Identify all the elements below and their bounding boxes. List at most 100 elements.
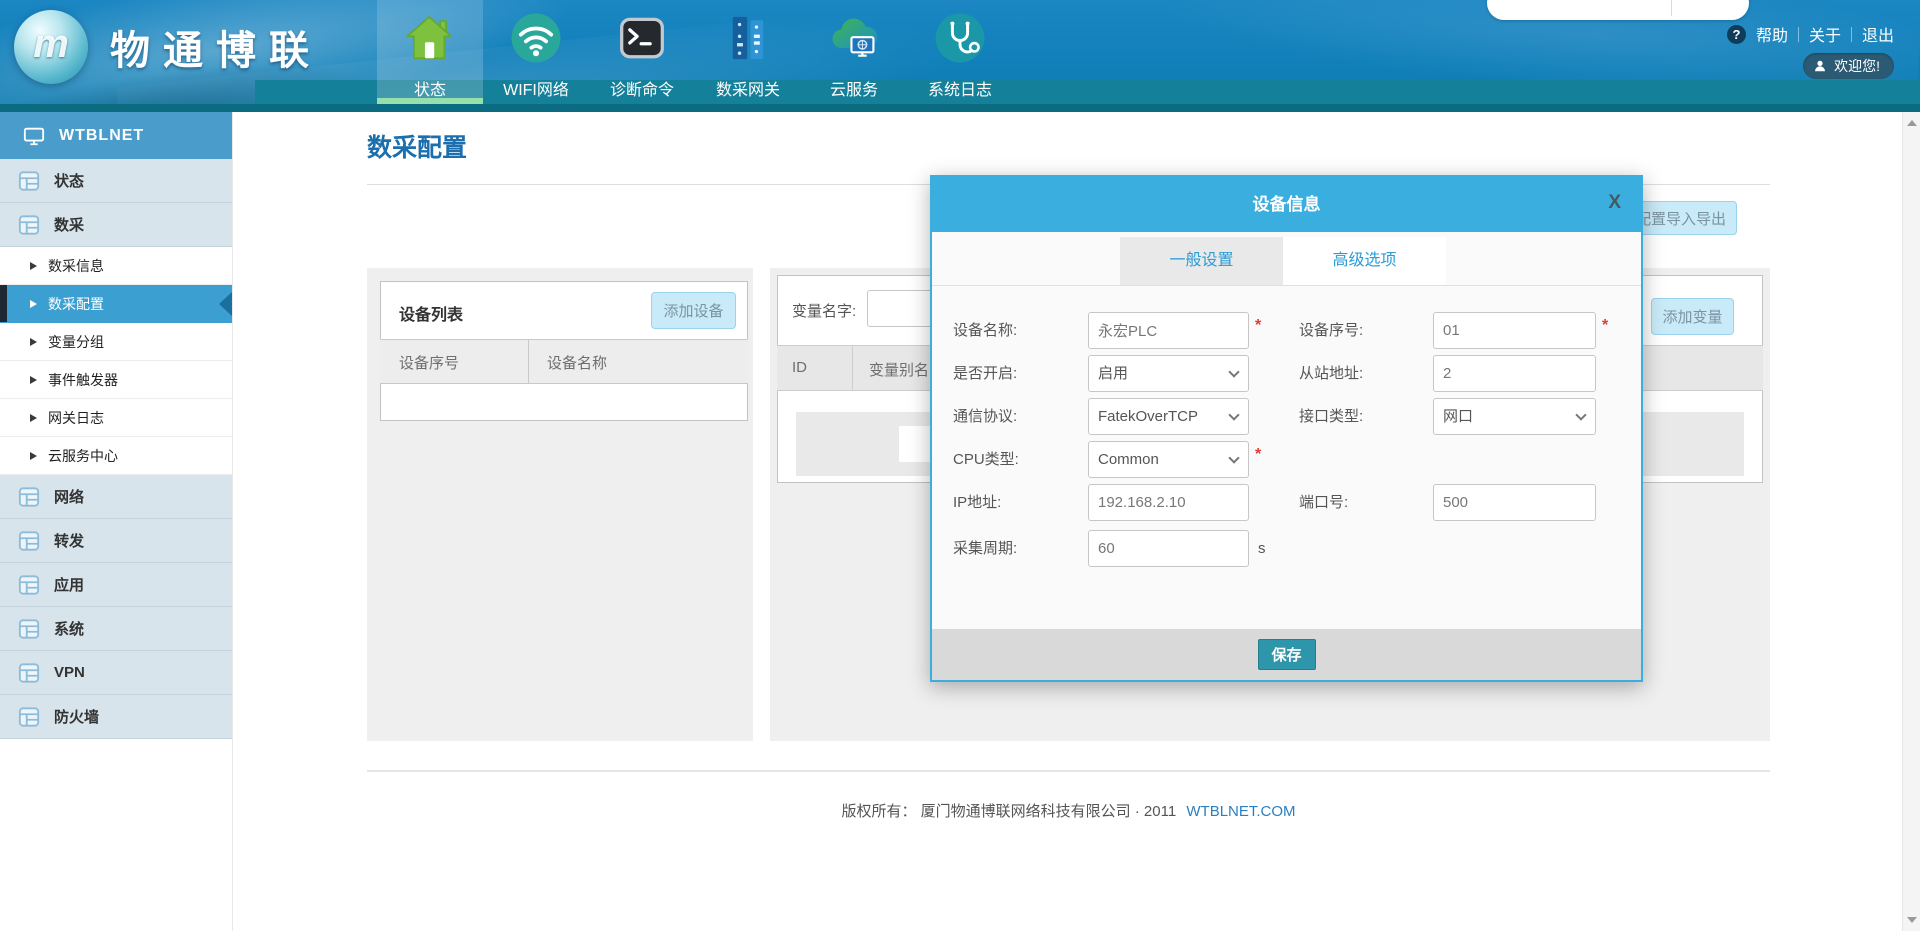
sidebar-item-label: 云服务中心 [48, 446, 118, 466]
brand-name: 物通博联 [110, 18, 322, 76]
sidebar-item-label: 网络 [54, 486, 84, 507]
form-row: IP地址: 端口号: [932, 484, 1641, 521]
sidebar-item-datacollect-config[interactable]: 数采配置 [0, 285, 232, 323]
nav-label: 诊断命令 [610, 76, 674, 100]
vertical-scrollbar[interactable] [1902, 112, 1920, 931]
collect-period-input[interactable] [1088, 530, 1249, 567]
column-device-serial: 设备序号 [399, 352, 459, 373]
sidebar-item-event-trigger[interactable]: 事件触发器 [0, 361, 232, 399]
nav-item-gateway[interactable]: 数采网关 [695, 0, 801, 104]
nav-item-wifi[interactable]: WIFI网络 [483, 0, 589, 104]
terminal-icon [616, 9, 668, 67]
nav-label: 系统日志 [928, 76, 992, 100]
protocol-select[interactable]: FatekOverTCP [1088, 398, 1249, 435]
caret-icon [30, 452, 37, 460]
add-variable-button[interactable]: 添加变量 [1651, 298, 1734, 335]
help-icon[interactable]: ? [1727, 25, 1746, 44]
device-serial-input[interactable] [1433, 312, 1596, 349]
column-device-name: 设备名称 [547, 352, 607, 373]
stethoscope-icon [933, 9, 987, 67]
device-name-label: 设备名称: [953, 312, 1083, 349]
sidebar-item-cloud-center[interactable]: 云服务中心 [0, 437, 232, 475]
sidebar-item-firewall[interactable]: 防火墙 [0, 695, 232, 739]
required-mark: * [1255, 446, 1261, 464]
slave-address-input[interactable] [1433, 355, 1596, 392]
sidebar-item-network[interactable]: 网络 [0, 475, 232, 519]
cloud-service-icon [826, 9, 882, 67]
dialog-header: 设备信息 X [932, 177, 1641, 232]
tab-advanced-options[interactable]: 高级选项 [1283, 237, 1446, 285]
grid-icon [18, 214, 40, 236]
column-id: ID [792, 359, 807, 376]
sidebar-item-app[interactable]: 应用 [0, 563, 232, 607]
sidebar-item-variable-group[interactable]: 变量分组 [0, 323, 232, 361]
sidebar-item-datacollect-info[interactable]: 数采信息 [0, 247, 232, 285]
caret-icon [30, 414, 37, 422]
port-input[interactable] [1433, 484, 1596, 521]
save-button[interactable]: 保存 [1258, 639, 1316, 670]
welcome-badge[interactable]: 欢迎您! [1803, 53, 1894, 79]
device-table-empty-row [381, 384, 747, 420]
sidebar-item-label: 转发 [54, 530, 84, 551]
logo-glyph: m [33, 22, 69, 67]
close-icon[interactable]: X [1608, 192, 1621, 214]
about-link[interactable]: 关于 [1809, 22, 1841, 46]
screen: m 物通博联 状态 [0, 0, 1920, 931]
grid-icon [18, 706, 40, 728]
footer-link[interactable]: WTBLNET.COM [1186, 803, 1295, 820]
enabled-value: 启用 [1098, 365, 1128, 382]
sidebar-item-label: VPN [54, 664, 85, 681]
tab-divider [932, 285, 1641, 286]
slave-address-label: 从站地址: [1299, 355, 1429, 392]
page-title: 数采配置 [367, 128, 467, 164]
sidebar-item-forward[interactable]: 转发 [0, 519, 232, 563]
footer-divider [367, 770, 1770, 772]
interface-type-select[interactable]: 网口 [1433, 398, 1596, 435]
welcome-text: 欢迎您! [1834, 56, 1880, 76]
add-device-button[interactable]: 添加设备 [651, 292, 736, 329]
sidebar-brand-text: WTBLNET [59, 127, 144, 145]
monitor-icon [22, 125, 46, 147]
search-box-divider [1671, 0, 1672, 16]
form-row: 是否开启: 启用 从站地址: [932, 355, 1641, 392]
chevron-down-icon [1228, 409, 1239, 420]
sidebar-item-label: 变量分组 [48, 332, 104, 352]
cpu-type-select[interactable]: Common [1088, 441, 1249, 478]
dialog-footer: 保存 [932, 629, 1641, 680]
nav-label: WIFI网络 [503, 76, 569, 100]
sidebar-item-system[interactable]: 系统 [0, 607, 232, 651]
enabled-select[interactable]: 启用 [1088, 355, 1249, 392]
required-mark: * [1255, 317, 1261, 335]
sidebar-item-datacollect[interactable]: 数采 [0, 203, 232, 247]
sidebar-item-label: 数采配置 [48, 294, 104, 314]
help-link[interactable]: 帮助 [1756, 22, 1788, 46]
logout-link[interactable]: 退出 [1862, 22, 1894, 46]
grid-icon [18, 486, 40, 508]
sidebar-item-label: 数采信息 [48, 256, 104, 276]
ip-address-input[interactable] [1088, 484, 1249, 521]
tab-general-settings[interactable]: 一般设置 [1120, 237, 1283, 285]
brand-logo: m 物通博联 [14, 10, 322, 84]
column-variable-alias: 变量别名 [869, 359, 929, 380]
variable-name-label: 变量名字: [792, 300, 856, 321]
nav-item-cloud[interactable]: 云服务 [801, 0, 907, 104]
sidebar-item-gateway-log[interactable]: 网关日志 [0, 399, 232, 437]
sidebar-item-label: 数采 [54, 214, 84, 235]
scroll-down-icon[interactable] [1907, 917, 1917, 923]
device-info-dialog: 设备信息 X 一般设置 高级选项 设备名称: * 设备序号: * 是否开启: 启… [930, 175, 1643, 682]
grid-icon [18, 618, 40, 640]
period-unit-suffix: s [1258, 530, 1266, 567]
nav-item-syslog[interactable]: 系统日志 [907, 0, 1013, 104]
sidebar-item-vpn[interactable]: VPN [0, 651, 232, 695]
nav-item-status[interactable]: 状态 [377, 0, 483, 104]
link-separator [1851, 27, 1852, 42]
scroll-up-icon[interactable] [1907, 120, 1917, 126]
required-mark: * [1602, 317, 1608, 335]
sidebar-item-label: 状态 [54, 170, 84, 191]
port-label: 端口号: [1299, 484, 1429, 521]
device-name-input[interactable] [1088, 312, 1249, 349]
sidebar-item-status[interactable]: 状态 [0, 159, 232, 203]
search-box[interactable] [1487, 0, 1749, 20]
nav-item-diagnosis[interactable]: 诊断命令 [589, 0, 695, 104]
sidebar-item-label: 网关日志 [48, 408, 104, 428]
